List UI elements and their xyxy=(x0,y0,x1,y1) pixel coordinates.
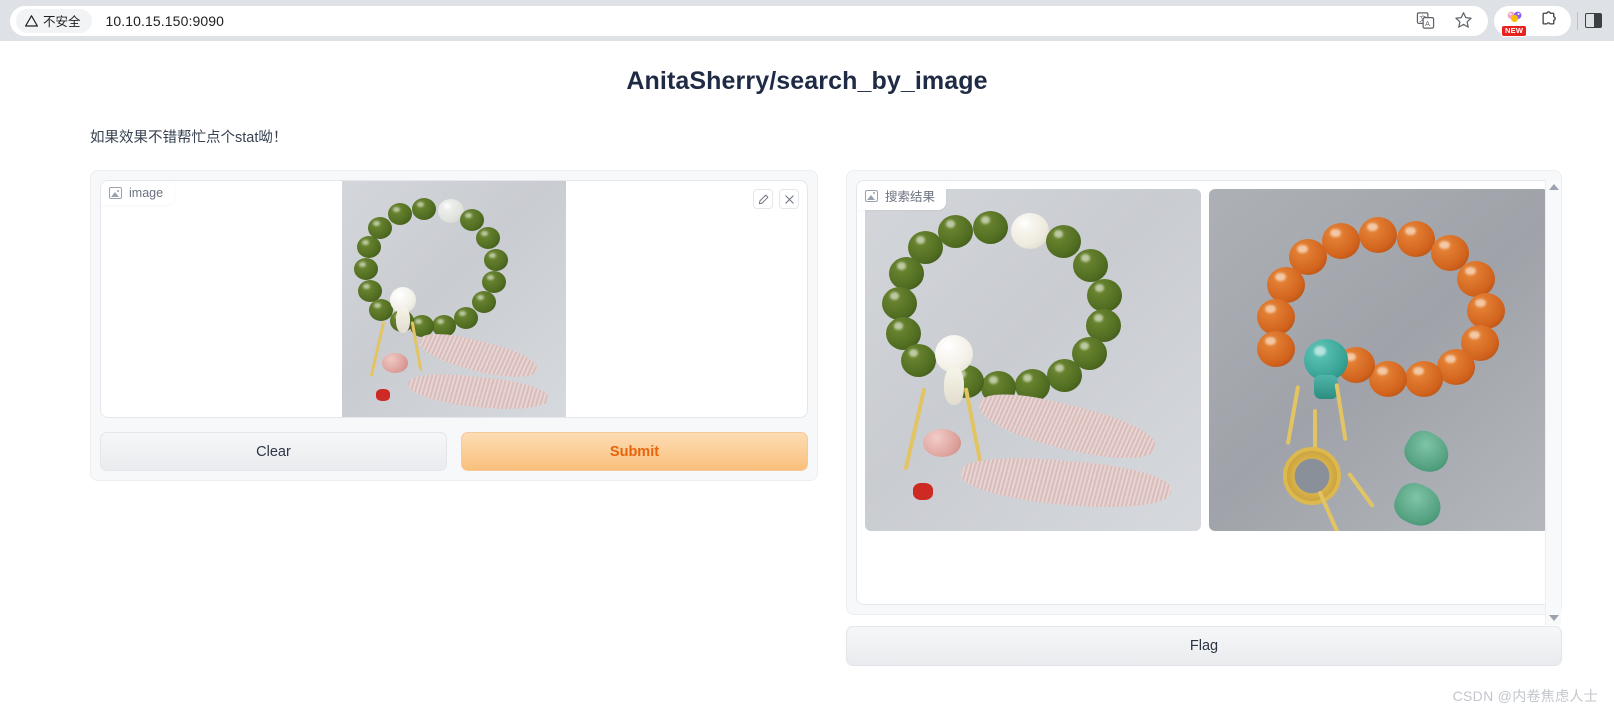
gallery-scrollbar[interactable] xyxy=(1545,180,1561,625)
action-buttons: Clear Submit xyxy=(100,432,808,471)
results-label-text: 搜索结果 xyxy=(885,190,936,204)
browser-toolbar: 不安全 10.10.15.150:9090 文 A xyxy=(0,0,1614,41)
svg-text:A: A xyxy=(1425,19,1430,28)
results-gallery: 搜索结果 xyxy=(856,180,1552,605)
results-column: 搜索结果 Flag xyxy=(846,170,1562,666)
address-bar[interactable]: 不安全 10.10.15.150:9090 文 A xyxy=(10,5,1488,36)
scroll-down-arrow[interactable] xyxy=(1548,615,1559,621)
warning-triangle-icon xyxy=(25,14,38,27)
image-upload-box[interactable]: image xyxy=(100,180,808,418)
toolbar-divider xyxy=(1577,11,1578,30)
site-security-chip[interactable]: 不安全 xyxy=(16,8,92,33)
scrollbar-track[interactable] xyxy=(1546,190,1561,615)
main-columns: image Clear Submit 搜索结果 Flag xyxy=(0,170,1614,666)
new-badge: NEW xyxy=(1501,24,1528,37)
results-field-label: 搜索结果 xyxy=(857,181,947,210)
page-title: AnitaSherry/search_by_image xyxy=(626,67,988,95)
security-label: 不安全 xyxy=(43,15,81,29)
result-thumbnail-2[interactable] xyxy=(1209,189,1549,531)
watermark: CSDN @内卷焦虑人士 xyxy=(1452,688,1598,704)
edit-icon[interactable] xyxy=(753,189,773,209)
puzzle-icon[interactable] xyxy=(1538,10,1560,32)
image-icon xyxy=(109,187,122,199)
clear-button[interactable]: Clear xyxy=(100,432,447,471)
close-icon[interactable] xyxy=(779,189,799,209)
translate-icon[interactable]: 文 A xyxy=(1414,10,1436,32)
side-panel-icon[interactable] xyxy=(1582,10,1604,32)
input-image[interactable] xyxy=(342,181,566,417)
extension-promo-icon[interactable]: NEW xyxy=(1501,10,1528,37)
input-field-label: image xyxy=(101,181,175,205)
star-icon[interactable] xyxy=(1452,10,1474,32)
gallery-icon xyxy=(865,189,878,202)
app-page: AnitaSherry/search_by_image 如果效果不错帮忙点个st… xyxy=(0,41,1614,716)
submit-button[interactable]: Submit xyxy=(461,432,808,471)
result-thumbnail-1[interactable] xyxy=(865,189,1201,531)
input-label-text: image xyxy=(129,186,164,200)
extensions-cluster: NEW xyxy=(1494,5,1571,37)
flag-button[interactable]: Flag xyxy=(846,626,1562,666)
input-panel: image Clear Submit xyxy=(90,170,818,481)
results-panel: 搜索结果 xyxy=(846,170,1562,625)
url-text[interactable]: 10.10.15.150:9090 xyxy=(106,13,224,29)
page-subtitle: 如果效果不错帮忙点个stat呦！ xyxy=(90,130,288,146)
image-box-tools xyxy=(753,189,799,209)
